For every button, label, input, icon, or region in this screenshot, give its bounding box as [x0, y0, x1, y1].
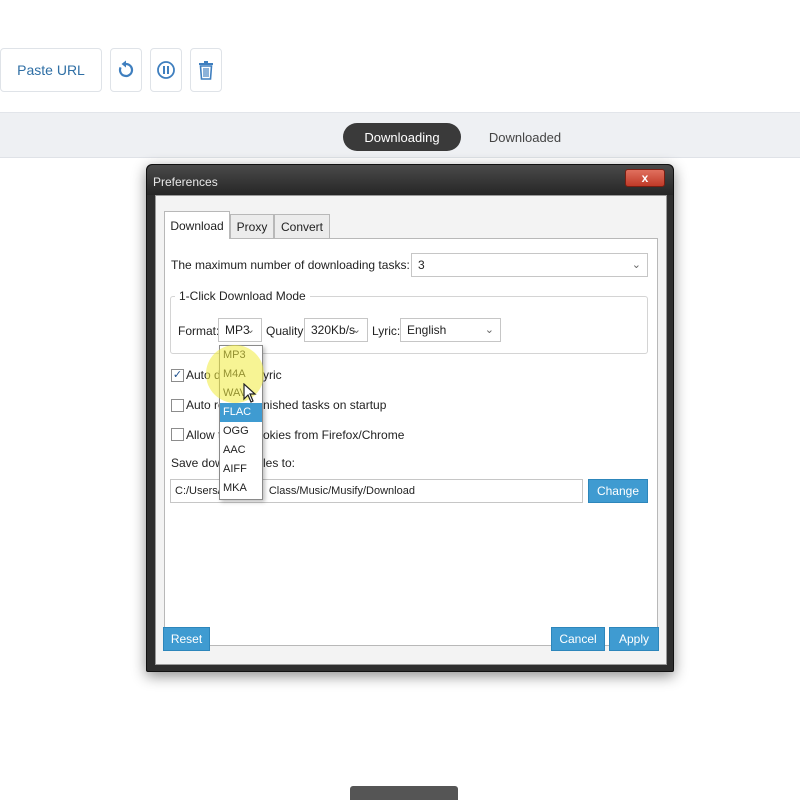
format-option-ogg[interactable]: OGG [220, 422, 262, 441]
auto-download-lyric-label: Auto d [186, 368, 221, 382]
paste-url-button[interactable]: Paste URL [0, 48, 102, 92]
quality-select[interactable]: 320Kb/s ⌄ [304, 318, 368, 342]
taskbar-stub [350, 786, 458, 800]
format-option-aac[interactable]: AAC [220, 441, 262, 460]
max-tasks-label: The maximum number of downloading tasks: [171, 258, 410, 272]
change-button[interactable]: Change [588, 479, 648, 503]
tab-proxy[interactable]: Proxy [230, 214, 274, 239]
quality-label: Quality: [266, 324, 307, 338]
auto-download-lyric-label-suffix: yric [263, 368, 282, 382]
dialog-titlebar[interactable] [147, 165, 673, 195]
save-location-label-suffix: les to: [263, 456, 296, 470]
reset-button[interactable]: Reset [163, 627, 210, 651]
close-button[interactable]: x [625, 169, 665, 187]
save-path-suffix: Class/Music/Musify/Download [268, 485, 415, 497]
max-tasks-select[interactable]: 3 ⌄ [411, 253, 648, 277]
format-option-mka[interactable]: MKA [220, 479, 262, 498]
mouse-pointer-icon [243, 383, 257, 403]
close-icon: x [641, 171, 649, 185]
tab-download[interactable]: Download [164, 211, 230, 239]
chevron-down-icon: ⌄ [351, 324, 361, 336]
dialog-title: Preferences [153, 175, 218, 189]
auto-resume-label-suffix: nished tasks on startup [263, 398, 387, 412]
format-label: Format: [178, 324, 220, 338]
allow-cookies-label-suffix: okies from Firefox/Chrome [263, 428, 405, 442]
chevron-down-icon: ⌄ [631, 259, 641, 271]
trash-icon [199, 61, 213, 80]
pause-icon [157, 61, 175, 79]
format-option-m4a[interactable]: M4A [220, 365, 262, 384]
auto-download-lyric-checkbox[interactable]: ✓ [171, 369, 184, 382]
lyric-label: Lyric: [372, 324, 401, 338]
chevron-down-icon: ⌄ [245, 324, 255, 336]
main-toolbar: Paste URL [0, 0, 800, 112]
tab-convert[interactable]: Convert [274, 214, 330, 239]
chevron-down-icon: ⌄ [484, 324, 494, 336]
format-select[interactable]: MP3 ⌄ [218, 318, 262, 342]
lyric-value: English [407, 323, 447, 337]
tab-downloaded[interactable]: Downloaded [476, 123, 574, 151]
pause-button[interactable] [150, 48, 182, 92]
apply-button[interactable]: Apply [609, 627, 659, 651]
cancel-button[interactable]: Cancel [551, 627, 605, 651]
max-tasks-value: 3 [418, 258, 425, 272]
format-dropdown-list: MP3 M4A WAV FLAC OGG AAC AIFF MKA [219, 345, 263, 500]
allow-cookies-checkbox[interactable] [171, 428, 184, 441]
quality-value: 320Kb/s [311, 323, 356, 337]
one-click-group-title: 1-Click Download Mode [175, 289, 310, 303]
format-option-flac[interactable]: FLAC [220, 403, 262, 422]
format-option-mp3[interactable]: MP3 [220, 346, 262, 365]
allow-cookies-label: Allow t [186, 428, 222, 442]
download-tabbar: Downloading Downloaded [0, 112, 800, 158]
format-option-aiff[interactable]: AIFF [220, 460, 262, 479]
refresh-button[interactable] [110, 48, 142, 92]
tab-downloading[interactable]: Downloading [343, 123, 461, 151]
refresh-icon [118, 60, 134, 78]
lyric-select[interactable]: English ⌄ [400, 318, 501, 342]
auto-resume-checkbox[interactable] [171, 399, 184, 412]
save-path-prefix: C:/Users/ [175, 485, 221, 497]
delete-button[interactable] [190, 48, 222, 92]
